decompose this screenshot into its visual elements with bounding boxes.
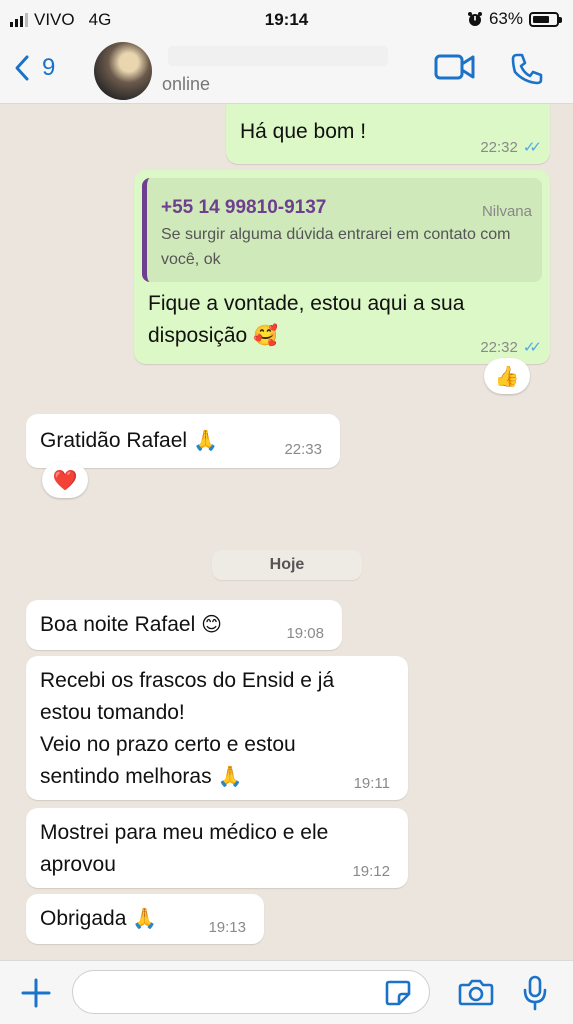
message-meta: 22:32 ✓✓	[480, 339, 542, 356]
message-incoming[interactable]: Obrigada 🙏 19:13	[26, 894, 264, 944]
reaction-thumbs-up[interactable]: 👍	[484, 358, 530, 394]
message-time: 22:32	[480, 139, 518, 156]
message-text-line: aprovou	[40, 853, 116, 876]
message-outgoing-reply[interactable]: +55 14 99810-9137 Nilvana Se surgir algu…	[134, 170, 550, 364]
phone-icon	[511, 53, 543, 85]
message-text-line: Fique a vontade, estou aqui a sua	[148, 292, 465, 315]
microphone-button[interactable]	[522, 975, 548, 1016]
message-text: Obrigada	[40, 907, 127, 930]
message-text-line: Recebi os frascos do Ensid e já	[40, 669, 335, 692]
read-receipt-icon: ✓✓	[522, 339, 542, 356]
chevron-left-icon	[15, 55, 29, 81]
composer-bar	[0, 960, 573, 1024]
message-incoming[interactable]: Boa noite Rafael 😊 19:08	[26, 600, 342, 650]
microphone-icon	[523, 975, 547, 1011]
read-receipt-icon: ✓✓	[522, 139, 542, 156]
message-outgoing[interactable]: Há que bom ! 22:32 ✓✓	[226, 104, 550, 164]
message-incoming[interactable]: Mostrei para meu médico e ele aprovou 19…	[26, 808, 408, 888]
message-text: Há que bom !	[240, 120, 367, 143]
attach-button[interactable]	[20, 977, 52, 1014]
contact-status: online	[162, 74, 211, 94]
message-text-line: Veio no prazo certo e estou	[40, 733, 296, 756]
praying-hands-emoji: 🙏	[192, 430, 218, 452]
camera-button[interactable]	[458, 977, 494, 1012]
message-time: 19:08	[286, 625, 324, 642]
contact-name-redacted[interactable]	[168, 46, 388, 66]
status-bar: VIVO 4G 19:14 63%	[0, 0, 573, 40]
message-time: 19:11	[353, 775, 390, 792]
praying-hands-emoji: 🙏	[217, 766, 243, 788]
message-incoming[interactable]: Gratidão Rafael 🙏 22:33	[26, 414, 340, 468]
camera-icon	[458, 979, 494, 1006]
message-time: 22:32	[480, 339, 518, 356]
quoted-text: Se surgir alguma dúvida entrarei em cont…	[161, 226, 511, 268]
message-text-line: Mostrei para meu médico e ele	[40, 821, 329, 844]
battery-percent: 63%	[488, 9, 523, 28]
reaction-heart[interactable]: ❤️	[42, 462, 88, 498]
smiling-hearts-emoji: 🥰	[253, 325, 278, 347]
day-separator: Hoje	[212, 550, 362, 580]
battery-icon	[529, 11, 562, 27]
message-text: Boa noite Rafael	[40, 613, 196, 636]
message-time: 22:33	[284, 441, 322, 458]
message-text-line: sentindo melhoras	[40, 765, 212, 788]
smiling-face-emoji: 😊	[201, 614, 222, 636]
video-call-button[interactable]	[434, 52, 476, 82]
praying-hands-emoji: 🙏	[132, 908, 158, 930]
sticker-button[interactable]	[384, 979, 412, 1012]
message-list[interactable]: Há que bom ! 22:32 ✓✓ +55 14 99810-9137 …	[0, 104, 573, 960]
video-camera-icon	[434, 54, 475, 80]
message-meta: 22:32 ✓✓	[480, 139, 542, 156]
back-button[interactable]: 9	[12, 54, 55, 82]
voice-call-button[interactable]	[510, 52, 544, 86]
chat-header: 9 online	[0, 40, 573, 104]
message-time: 19:12	[352, 863, 390, 880]
message-text: Gratidão Rafael	[40, 429, 188, 452]
message-text-line: estou tomando!	[40, 701, 185, 724]
sticker-icon	[385, 980, 411, 1006]
quoted-message[interactable]: +55 14 99810-9137 Nilvana Se surgir algu…	[142, 178, 542, 282]
contact-avatar[interactable]	[94, 42, 152, 100]
alarm-icon	[467, 12, 482, 26]
message-time: 19:13	[208, 919, 246, 936]
quoted-sender-number: +55 14 99810-9137	[161, 197, 327, 218]
unread-count: 9	[42, 54, 56, 81]
plus-icon	[21, 978, 51, 1008]
message-input[interactable]	[72, 970, 430, 1014]
battery-info: 63%	[467, 9, 562, 29]
message-text-line: disposição	[148, 324, 248, 347]
message-incoming[interactable]: Recebi os frascos do Ensid e já estou to…	[26, 656, 408, 800]
